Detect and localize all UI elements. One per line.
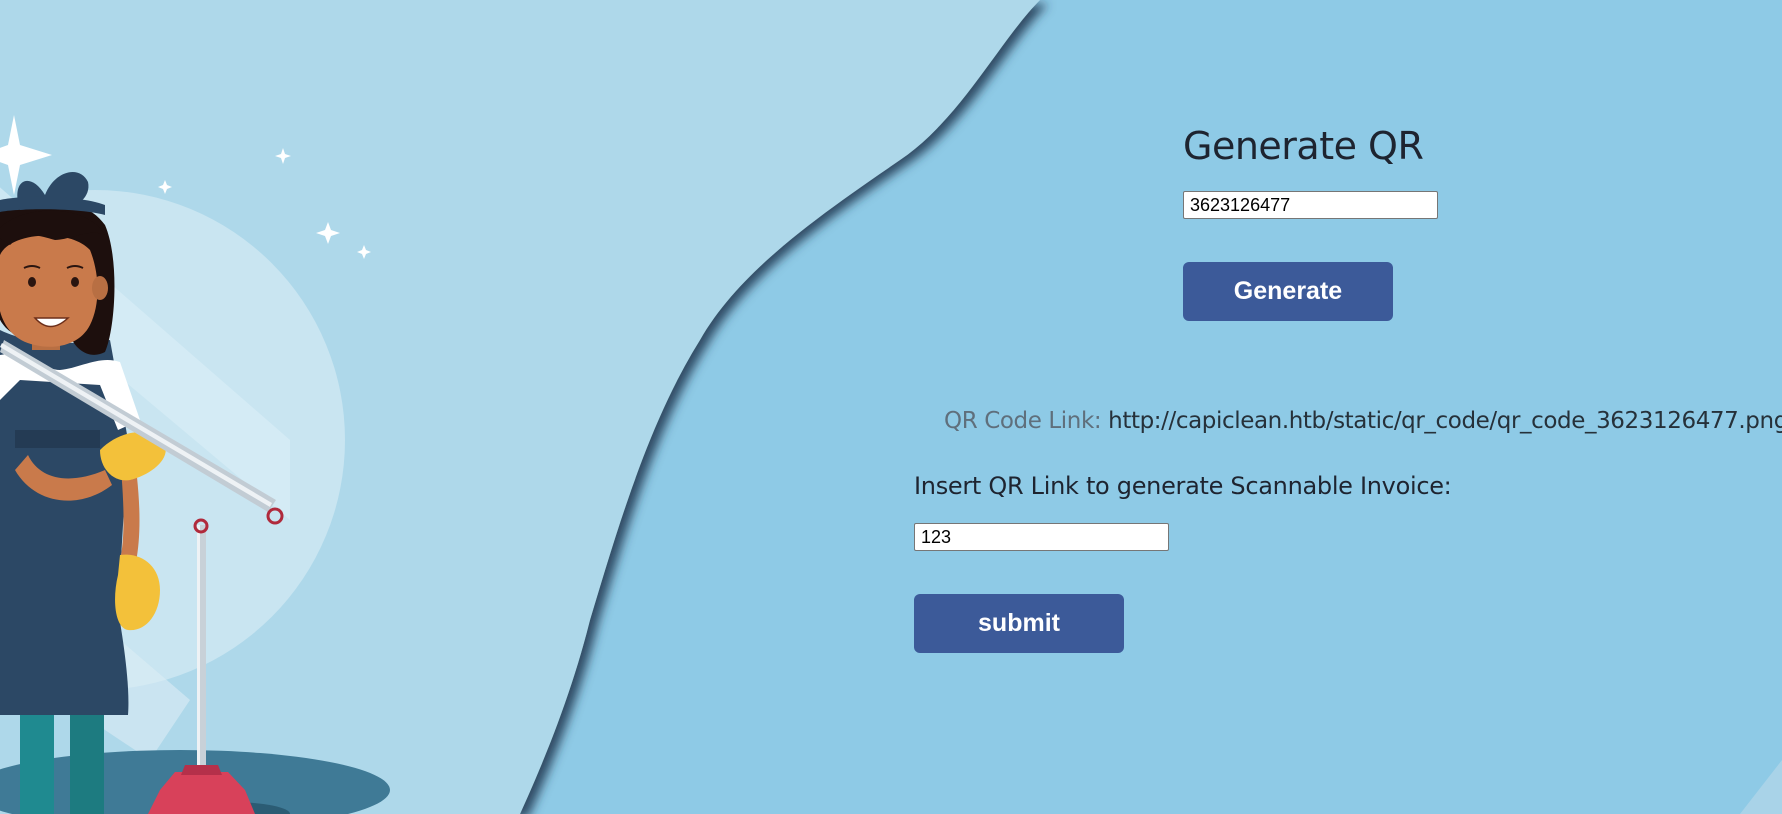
page-title: Generate QR bbox=[1183, 124, 1424, 168]
qr-link-input[interactable] bbox=[914, 523, 1169, 551]
qr-number-input[interactable] bbox=[1183, 191, 1438, 219]
submit-button[interactable]: submit bbox=[914, 594, 1124, 653]
qr-link-url: http://capiclean.htb/static/qr_code/qr_c… bbox=[1108, 408, 1782, 434]
qr-link-label: QR Code Link: bbox=[944, 408, 1102, 434]
background-illustration bbox=[0, 0, 1782, 814]
qr-code-link: QR Code Link: http://capiclean.htb/stati… bbox=[944, 408, 1782, 434]
generate-button[interactable]: Generate bbox=[1183, 262, 1393, 321]
invoice-link-label: Insert QR Link to generate Scannable Inv… bbox=[914, 472, 1452, 500]
